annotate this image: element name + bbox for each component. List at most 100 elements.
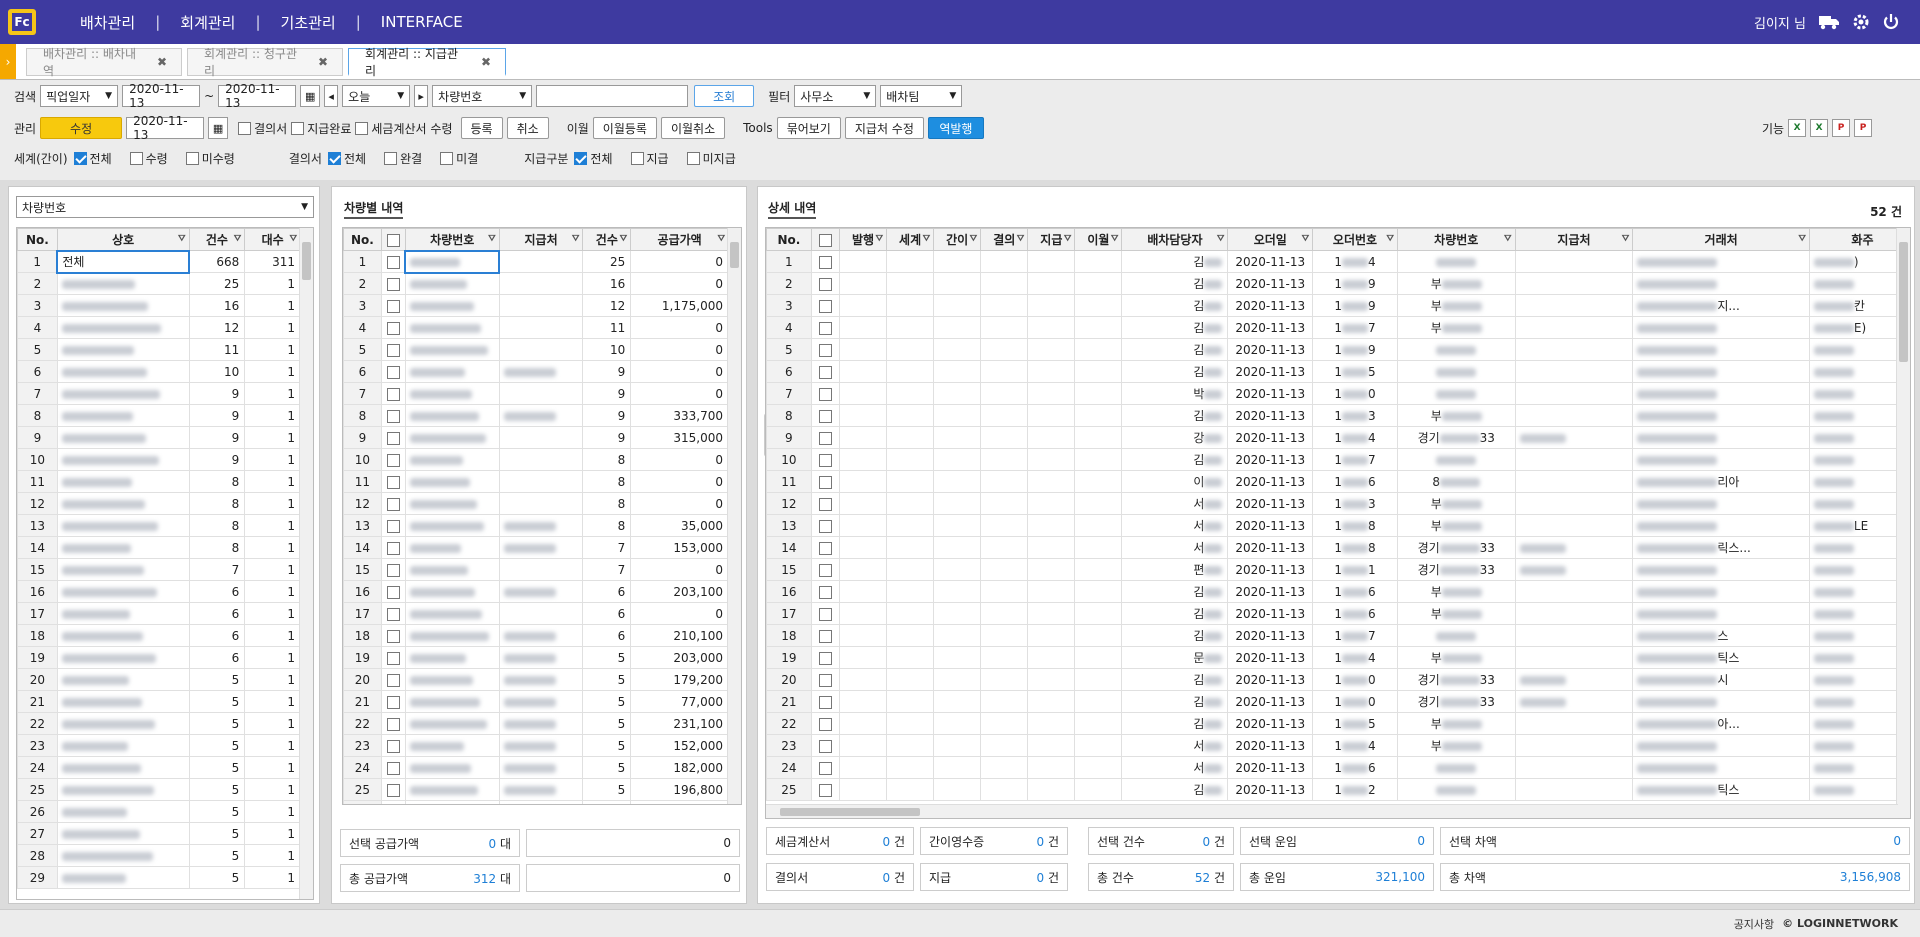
checkbox[interactable] (818, 475, 832, 489)
company-cell[interactable] (56, 470, 190, 493)
checkbox[interactable] (818, 299, 832, 313)
tax-received-check[interactable]: 세금계산서 수령 (355, 120, 453, 137)
calendar-icon[interactable]: ▦ (300, 85, 321, 107)
row-select[interactable] (380, 514, 406, 537)
row-select[interactable] (380, 426, 406, 449)
checkbox[interactable] (818, 519, 832, 533)
col-approval[interactable]: 결의 ⛛ (980, 228, 1029, 251)
company-cell[interactable] (56, 492, 190, 515)
edit-button[interactable]: 수정 (40, 117, 123, 139)
table-row[interactable]: 12 8 1 (17, 492, 301, 515)
table-row[interactable]: 1 25 0 (343, 249, 729, 274)
filter-icon[interactable]: ⛛ (620, 234, 628, 244)
approved-check[interactable]: 완결 (384, 150, 422, 167)
checkbox[interactable] (818, 585, 832, 599)
checkbox[interactable] (818, 431, 832, 445)
team-select[interactable]: 배차팀 ▼ (880, 85, 963, 107)
tax-received-filter-check[interactable]: 수령 (129, 150, 168, 167)
paid-filter-check[interactable]: 지급 (630, 150, 669, 167)
checkbox[interactable] (386, 321, 400, 335)
row-select[interactable] (810, 646, 840, 669)
row-select[interactable] (380, 492, 406, 515)
table-row[interactable]: 6 10 1 (17, 360, 301, 383)
filter-icon[interactable]: ⛛ (1064, 234, 1072, 244)
company-cell[interactable] (56, 822, 190, 845)
table-row[interactable]: 28 5 1 (17, 844, 301, 867)
row-select[interactable] (810, 668, 840, 691)
company-cell[interactable] (56, 712, 190, 735)
car-number-cell[interactable] (404, 624, 500, 647)
cancel-button[interactable]: 취소 (506, 117, 549, 139)
gear-icon[interactable] (1852, 13, 1870, 31)
excel-export-icon[interactable]: X (1810, 119, 1829, 137)
table-row[interactable]: 3 12 1,175,000 (343, 294, 729, 317)
table-row[interactable]: 22 51 (17, 712, 301, 735)
company-cell[interactable] (56, 360, 190, 383)
approval-all-check[interactable]: 전체 (327, 150, 366, 167)
checkbox[interactable] (386, 387, 400, 401)
checkbox[interactable] (818, 673, 832, 687)
close-icon[interactable]: ✖ (318, 55, 328, 69)
table-row[interactable]: 5 10 0 (343, 338, 729, 361)
table-row[interactable]: 4 12 1 (17, 316, 301, 339)
car-number-cell[interactable] (404, 690, 500, 713)
table-row[interactable]: 25 김 2020-11-13 12 틱스 (766, 778, 1898, 801)
row-select[interactable] (380, 712, 406, 735)
table-row[interactable]: 24 5 182,000 (343, 756, 729, 779)
paid-check[interactable]: 지급완료 (291, 120, 351, 137)
tab-billing[interactable]: 회계관리 :: 청구관리 ✖ (187, 47, 343, 78)
row-select[interactable] (380, 338, 406, 361)
company-cell[interactable] (56, 536, 190, 559)
table-row[interactable]: 15 7 1 (17, 558, 301, 581)
checkbox[interactable] (818, 277, 832, 291)
row-select[interactable] (380, 536, 406, 559)
table-row[interactable]: 12 서 2020-11-13 13 부 (766, 492, 1898, 515)
checkbox[interactable] (686, 151, 700, 165)
checkbox[interactable] (386, 497, 400, 511)
table-row[interactable]: 18 6 210,100 (343, 624, 729, 647)
col-company[interactable]: 상호 ⛛ (56, 228, 190, 251)
checkbox[interactable] (818, 761, 832, 775)
filter-icon[interactable]: ⛛ (1622, 234, 1630, 244)
row-select[interactable] (380, 800, 406, 804)
company-cell[interactable] (56, 294, 190, 317)
table-row[interactable]: 19 문 2020-11-13 14 부 틱스 (766, 646, 1898, 669)
car-number-cell[interactable] (404, 646, 500, 669)
tax-all-check[interactable]: 전체 (73, 150, 112, 167)
car-number-cell[interactable] (404, 734, 500, 757)
car-number-cell[interactable] (404, 580, 500, 603)
row-select[interactable] (380, 558, 406, 581)
checkbox[interactable] (386, 519, 400, 533)
table-row[interactable]: 21 김 2020-11-13 10 경기 33 (766, 690, 1898, 713)
table-row[interactable]: 13 8 1 (17, 514, 301, 537)
col-manager[interactable]: 배차담당자 ⛛ (1121, 228, 1229, 251)
company-cell[interactable] (56, 734, 190, 757)
company-cell[interactable] (56, 338, 190, 361)
table-row[interactable]: 13 서 2020-11-13 18 부 LE (766, 514, 1898, 537)
col-count[interactable]: 건수 ⛛ (582, 228, 632, 251)
filter-icon[interactable]: ⛛ (1386, 234, 1394, 244)
checkbox[interactable] (386, 563, 400, 577)
col-no[interactable]: No. (343, 228, 382, 251)
table-row[interactable]: 29 5 1 (17, 866, 301, 889)
scroll-thumb[interactable] (780, 808, 920, 816)
close-icon[interactable]: ✖ (157, 55, 167, 69)
tab-payment[interactable]: 회계관리 :: 지급관리 ✖ (348, 47, 506, 78)
row-select[interactable] (810, 426, 840, 449)
checkbox[interactable] (386, 651, 400, 665)
truck-icon[interactable] (1818, 13, 1840, 31)
table-row[interactable]: 6 김 2020-11-13 15 (766, 360, 1898, 383)
row-select[interactable] (380, 448, 406, 471)
checkbox[interactable] (386, 255, 400, 269)
table-row[interactable]: 8 김 2020-11-13 13 부 (766, 404, 1898, 427)
filter-icon[interactable]: ⛛ (923, 234, 931, 244)
filter-icon[interactable]: ⛛ (1017, 234, 1025, 244)
checkbox[interactable] (129, 151, 143, 165)
car-number-cell[interactable] (404, 712, 500, 735)
checkbox[interactable] (386, 343, 400, 357)
row-select[interactable] (810, 448, 840, 471)
row-select[interactable] (380, 646, 406, 669)
company-cell[interactable] (56, 448, 190, 471)
pdf-icon[interactable]: P (1832, 119, 1851, 137)
checkbox[interactable] (818, 255, 832, 269)
